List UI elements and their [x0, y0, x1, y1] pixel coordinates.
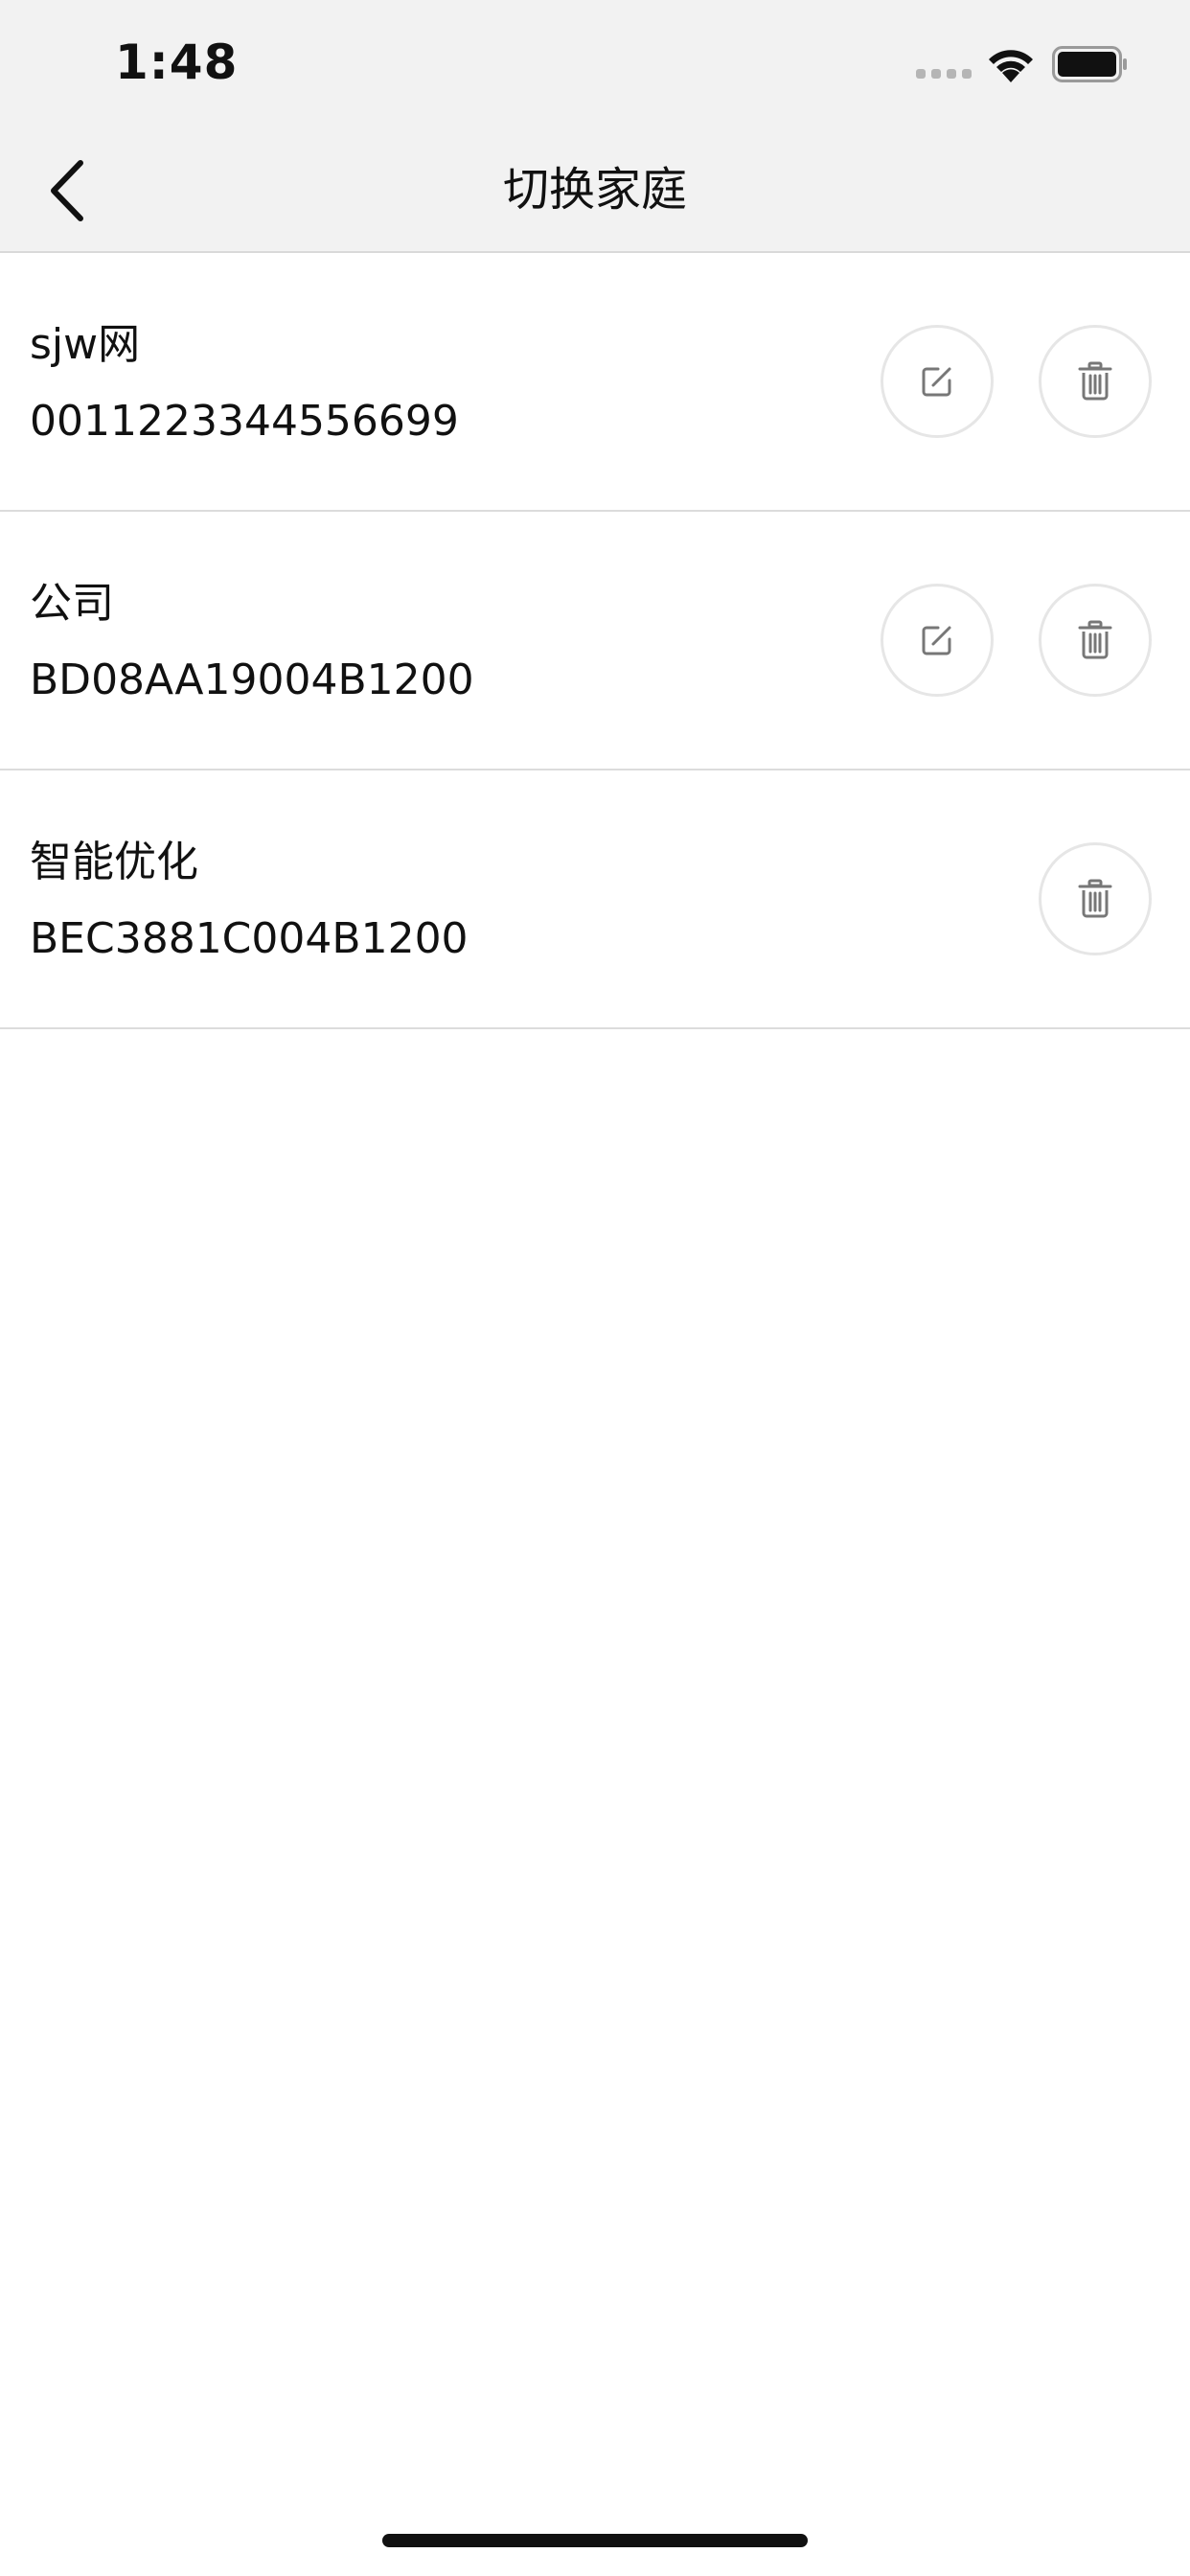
delete-family-button[interactable]: [1039, 842, 1152, 955]
trash-icon: [1078, 879, 1112, 918]
page-title: 切换家庭: [502, 163, 687, 217]
family-id: 0011223344556699: [30, 397, 459, 446]
family-name: 智能优化: [30, 838, 198, 886]
edit-icon: [922, 626, 951, 656]
family-list: sjw网 0011223344556699 公司 BD08AA19004B120…: [0, 253, 1190, 1029]
screen: 1:48 切换家庭 sjw网 0011223344556699 公司 BD08A…: [0, 0, 1190, 2576]
status-time: 1:48: [115, 34, 239, 90]
family-name: 公司: [30, 579, 114, 628]
top-bar: 1:48 切换家庭: [0, 0, 1190, 253]
delete-family-button[interactable]: [1039, 325, 1152, 438]
edit-family-button[interactable]: [881, 325, 994, 438]
family-row[interactable]: 公司 BD08AA19004B1200: [0, 512, 1190, 770]
family-id: BEC3881C004B1200: [30, 914, 469, 963]
wifi-icon: [989, 50, 1033, 82]
edit-family-button[interactable]: [881, 584, 994, 697]
delete-family-button[interactable]: [1039, 584, 1152, 697]
battery-icon: [1052, 46, 1127, 82]
home-indicator[interactable]: [382, 2534, 808, 2547]
trash-icon: [1078, 361, 1112, 401]
trash-icon: [1078, 620, 1112, 659]
family-row[interactable]: sjw网 0011223344556699: [0, 253, 1190, 512]
cellular-signal-icon: [916, 69, 972, 79]
family-row[interactable]: 智能优化 BEC3881C004B1200: [0, 770, 1190, 1029]
edit-icon: [922, 367, 951, 397]
family-name: sjw网: [30, 320, 141, 369]
family-id: BD08AA19004B1200: [30, 656, 474, 704]
